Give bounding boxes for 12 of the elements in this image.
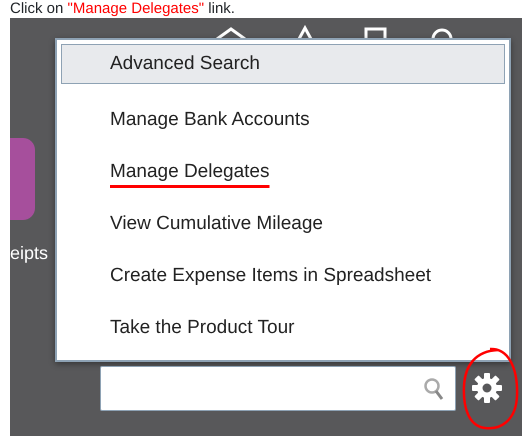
search-field[interactable] — [100, 366, 456, 411]
tile-label: eipts — [10, 242, 48, 265]
app-tile[interactable] — [10, 138, 35, 220]
menu-item[interactable]: Create Expense Items in Spreadsheet — [61, 250, 505, 302]
instruction-text: Click on "Manage Delegates" link. — [9, 0, 236, 18]
settings-icon[interactable] — [470, 371, 504, 405]
menu-item[interactable]: View Cumulative Mileage — [61, 198, 505, 250]
menu-item[interactable]: Take the Product Tour — [61, 302, 505, 354]
menu-item[interactable]: Manage Bank Accounts — [61, 94, 505, 146]
menu-item[interactable]: Manage Delegates — [61, 146, 505, 198]
menu-item[interactable]: Advanced Search — [61, 44, 505, 84]
search-icon[interactable] — [423, 376, 445, 400]
